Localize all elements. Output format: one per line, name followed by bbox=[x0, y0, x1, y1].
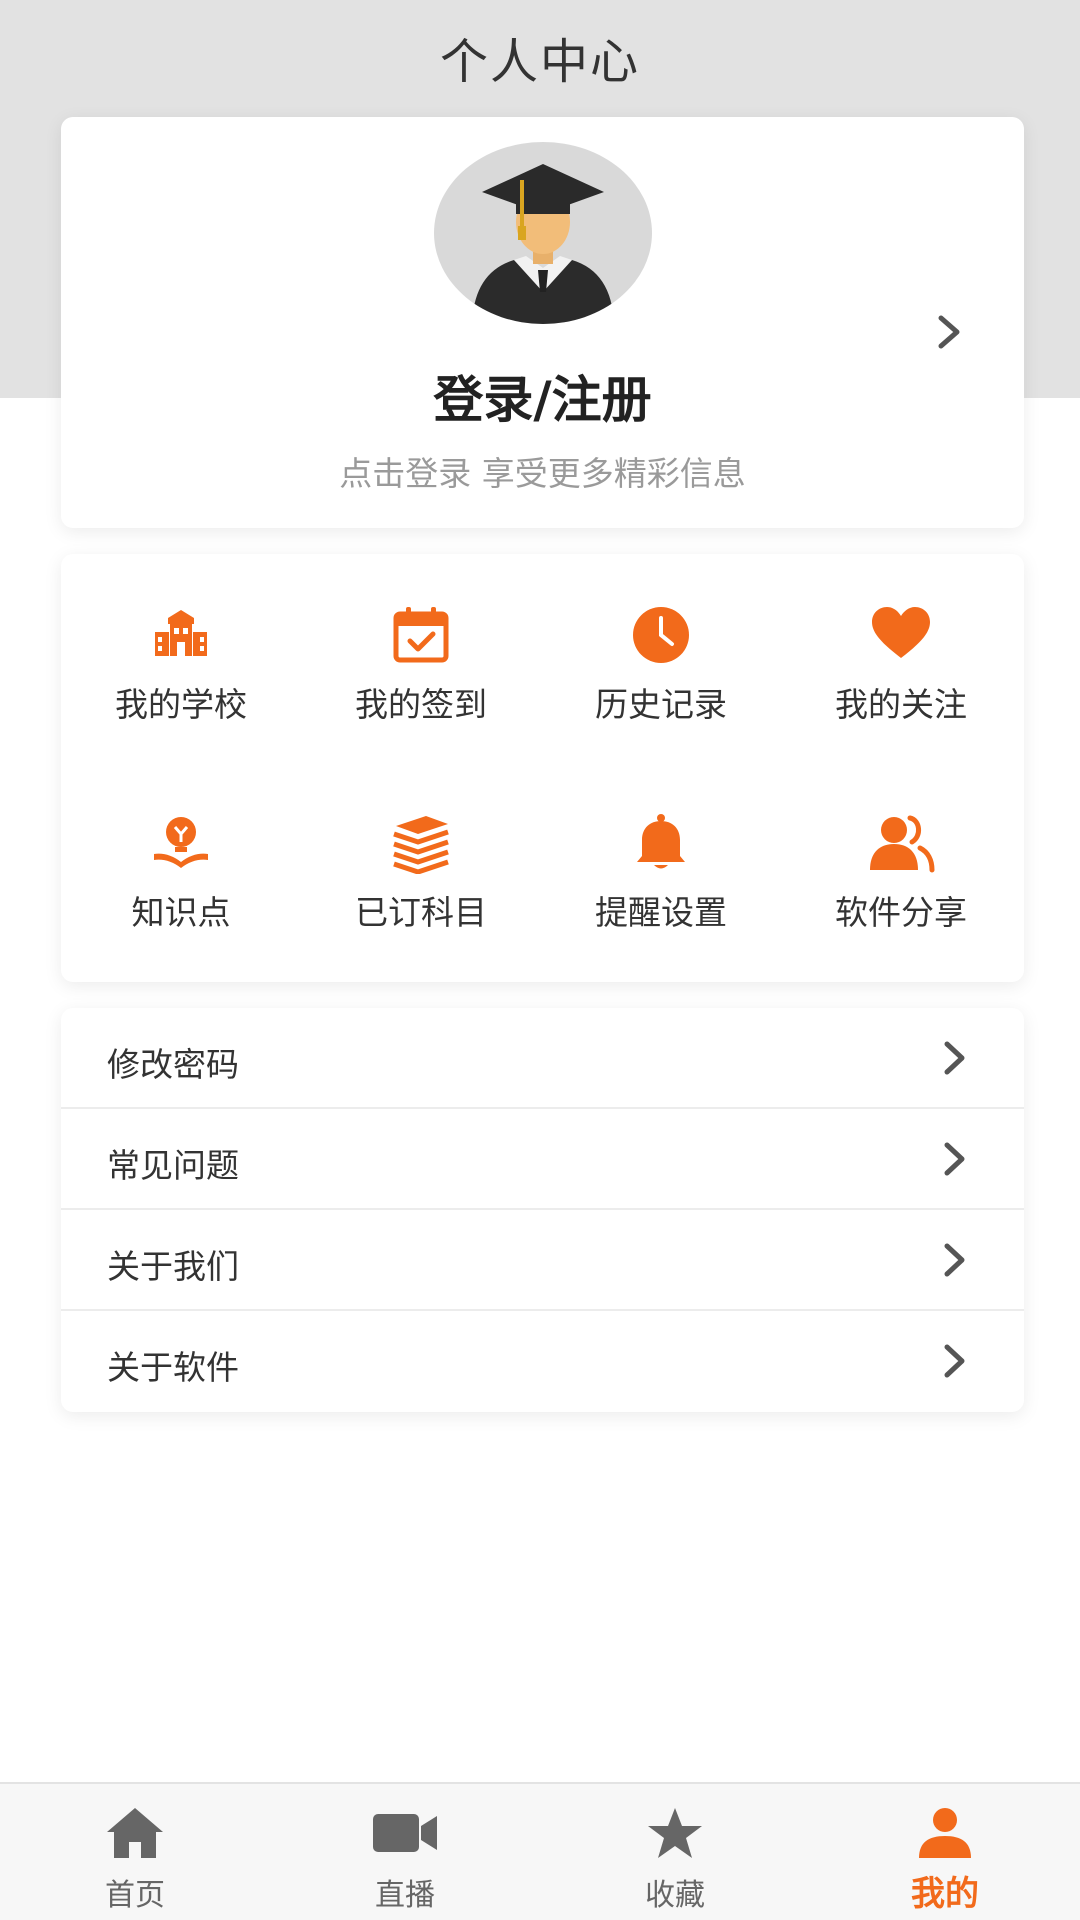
bell-icon bbox=[637, 814, 685, 869]
feature-label: 我的学校 bbox=[115, 685, 247, 724]
tab-label: 直播 bbox=[375, 1878, 435, 1913]
list-item-label: 修改密码 bbox=[107, 1045, 239, 1084]
calendar-check-icon bbox=[393, 607, 449, 663]
heart-icon bbox=[872, 607, 930, 658]
chevron-right-icon bbox=[944, 1243, 965, 1277]
feature-reminder-settings[interactable]: 提醒设置 bbox=[541, 812, 781, 962]
star-icon bbox=[648, 1808, 702, 1858]
chevron-right-icon bbox=[944, 1142, 965, 1176]
login-register-label[interactable]: 登录/注册 bbox=[61, 360, 1024, 432]
users-share-icon bbox=[870, 815, 935, 873]
tab-label: 收藏 bbox=[645, 1878, 705, 1913]
list-item-change-password[interactable]: 修改密码 bbox=[61, 1008, 1024, 1109]
feature-grid: 我的学校 我的签到 历史记录 我的关注 知识点 已订科目 提醒设置 软件分享 bbox=[61, 554, 1024, 982]
feature-label: 历史记录 bbox=[595, 685, 727, 724]
tab-live[interactable]: 直播 bbox=[270, 1784, 540, 1920]
profile-page: 个人中心 登录/注册 点击登录 享受更多精彩信息 我的学校 我的签到 历史记录 … bbox=[0, 0, 1080, 1920]
avatar[interactable] bbox=[434, 142, 652, 324]
tab-mine[interactable]: 我的 bbox=[810, 1784, 1080, 1920]
user-icon bbox=[919, 1808, 971, 1858]
list-item-about-software[interactable]: 关于软件 bbox=[61, 1311, 1024, 1412]
login-card[interactable]: 登录/注册 点击登录 享受更多精彩信息 bbox=[61, 117, 1024, 528]
list-item-label: 常见问题 bbox=[107, 1146, 239, 1185]
feature-label: 我的签到 bbox=[355, 685, 487, 724]
clock-icon bbox=[633, 607, 689, 663]
feature-label: 我的关注 bbox=[835, 685, 967, 724]
list-item-about-us[interactable]: 关于我们 bbox=[61, 1210, 1024, 1311]
login-subtitle: 点击登录 享受更多精彩信息 bbox=[339, 454, 746, 493]
list-item-faq[interactable]: 常见问题 bbox=[61, 1109, 1024, 1210]
feature-label: 已订科目 bbox=[355, 893, 487, 932]
chevron-right-icon bbox=[938, 315, 960, 349]
bottom-tab-bar: 首页 直播 收藏 我的 bbox=[0, 1782, 1080, 1920]
home-icon bbox=[107, 1808, 163, 1858]
list-item-label: 关于我们 bbox=[107, 1247, 239, 1286]
video-camera-icon bbox=[373, 1814, 437, 1852]
feature-label: 提醒设置 bbox=[595, 893, 727, 932]
page-title: 个人中心 bbox=[439, 34, 640, 90]
books-stack-icon bbox=[393, 816, 449, 874]
tab-favorites[interactable]: 收藏 bbox=[540, 1784, 810, 1920]
school-icon bbox=[155, 610, 207, 656]
tab-home[interactable]: 首页 bbox=[0, 1784, 270, 1920]
feature-my-follows[interactable]: 我的关注 bbox=[781, 604, 1021, 754]
feature-software-share[interactable]: 软件分享 bbox=[781, 812, 1021, 962]
feature-label: 软件分享 bbox=[835, 893, 967, 932]
feature-my-checkin[interactable]: 我的签到 bbox=[301, 604, 541, 754]
tab-label: 首页 bbox=[105, 1878, 165, 1913]
list-item-label: 关于软件 bbox=[107, 1348, 239, 1387]
settings-list: 修改密码 常见问题 关于我们 关于软件 bbox=[61, 1008, 1024, 1412]
chevron-right-icon bbox=[944, 1041, 965, 1075]
graduate-avatar-icon bbox=[472, 164, 614, 324]
feature-label: 知识点 bbox=[131, 893, 231, 932]
chevron-right-icon bbox=[944, 1344, 965, 1378]
tab-label: 我的 bbox=[911, 1874, 979, 1914]
feature-my-school[interactable]: 我的学校 bbox=[61, 604, 301, 754]
feature-knowledge-points[interactable]: 知识点 bbox=[61, 812, 301, 962]
feature-history[interactable]: 历史记录 bbox=[541, 604, 781, 754]
feature-subscribed-subjects[interactable]: 已订科目 bbox=[301, 812, 541, 962]
lightbulb-book-icon bbox=[154, 817, 208, 868]
